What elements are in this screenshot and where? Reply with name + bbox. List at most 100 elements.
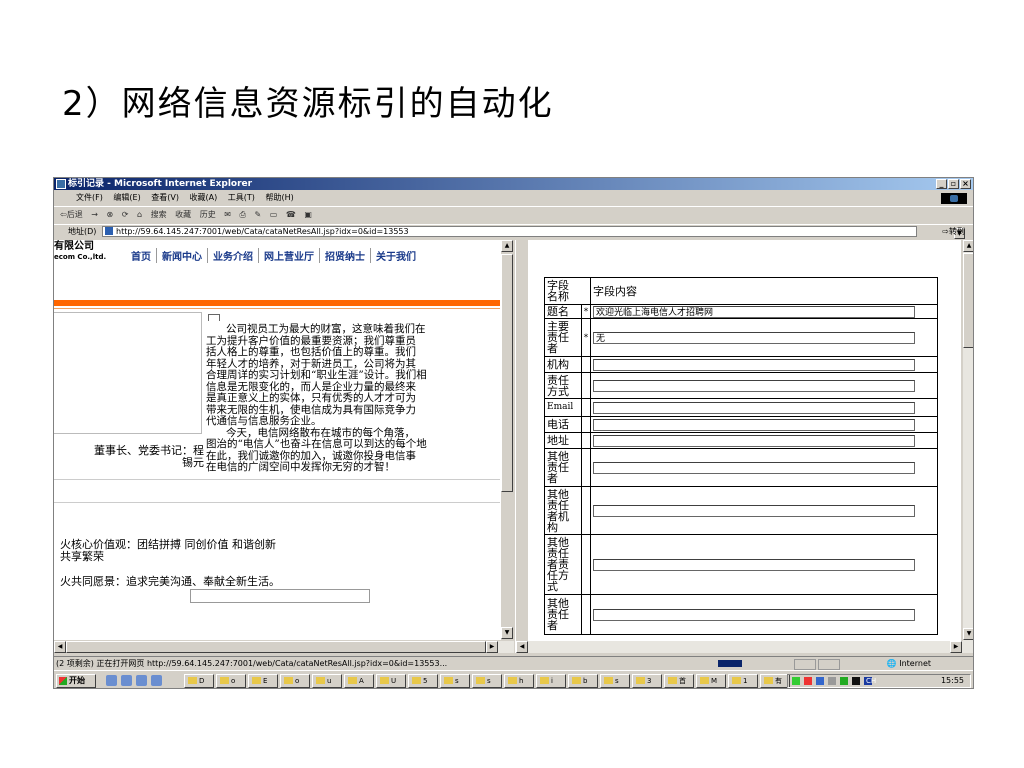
history-button[interactable]: 历史: [200, 210, 216, 219]
taskbar-button[interactable]: U: [376, 674, 406, 688]
taskbar-button[interactable]: M: [696, 674, 726, 688]
network-icon[interactable]: [792, 677, 800, 685]
scroll-down-icon[interactable]: ▼: [963, 628, 973, 640]
left-frame: 有限公司 ecom Co.,ltd. 首页 新闻中心 业务介绍 网上营业厅 招贤…: [54, 240, 514, 640]
scroll-up-icon[interactable]: ▲: [501, 240, 513, 252]
table-row: 电话: [544, 416, 938, 433]
scroll-thumb[interactable]: [963, 253, 973, 348]
taskbar-button[interactable]: o: [280, 674, 310, 688]
title-bar[interactable]: 标引记录 - Microsoft Internet Explorer _ ▫ ×: [54, 178, 973, 190]
scroll-left-icon[interactable]: ◀: [54, 641, 66, 653]
taskbar-button[interactable]: A: [344, 674, 374, 688]
stop-button[interactable]: ⊗: [107, 210, 114, 219]
field-label: 责任 方式: [544, 372, 582, 399]
discuss-icon[interactable]: ▭: [270, 210, 278, 219]
refresh-button[interactable]: ⟳: [122, 210, 129, 219]
tray-app-icon[interactable]: [816, 677, 824, 685]
address-input[interactable]: http://59.64.145.247:7001/web/Cata/cataN…: [102, 226, 965, 239]
left-horizontal-scrollbar[interactable]: ◀ ▶: [54, 641, 514, 653]
language-indicator[interactable]: CH: [866, 676, 876, 686]
right-frame-left-scrollbar[interactable]: ◀: [515, 240, 528, 653]
antivirus-icon[interactable]: [804, 677, 812, 685]
close-button[interactable]: ×: [960, 179, 971, 189]
start-button[interactable]: 开始: [56, 674, 96, 688]
scroll-thumb[interactable]: [66, 641, 486, 653]
menu-edit[interactable]: 编辑(E): [113, 193, 140, 202]
taskbar-button[interactable]: s: [472, 674, 502, 688]
taskbar-button[interactable]: b: [568, 674, 598, 688]
nav-news[interactable]: 新闻中心: [156, 248, 207, 263]
other-creator-2-input[interactable]: [593, 608, 915, 621]
text-field[interactable]: [190, 589, 370, 603]
menu-view[interactable]: 查看(V): [151, 193, 179, 202]
taskbar-button[interactable]: 1: [728, 674, 758, 688]
quick-launch: [106, 675, 162, 686]
tray-app-icon[interactable]: [840, 677, 848, 685]
tray-app-icon[interactable]: [852, 677, 860, 685]
company-name: 有限公司: [54, 241, 94, 252]
print-icon[interactable]: ⎙: [240, 210, 246, 219]
home-button[interactable]: ⌂: [137, 210, 142, 219]
favorites-button[interactable]: 收藏: [175, 210, 191, 219]
menu-help[interactable]: 帮助(H): [265, 193, 293, 202]
right-horizontal-scrollbar[interactable]: ▶: [528, 641, 963, 653]
scroll-right-icon[interactable]: ▶: [950, 641, 962, 653]
creator-input[interactable]: 无: [593, 331, 915, 344]
left-vertical-scrollbar[interactable]: ▲ ▼: [500, 240, 514, 640]
taskbar-button[interactable]: u: [312, 674, 342, 688]
role-input[interactable]: [593, 379, 915, 392]
core-values-text: 火核心价值观：团结拼搏 同创价值 和谐创新 共享繁荣: [60, 538, 276, 563]
app-icon[interactable]: [136, 675, 147, 686]
phone-input[interactable]: [593, 418, 915, 431]
scroll-down-icon[interactable]: ▼: [501, 627, 513, 639]
minimize-button[interactable]: _: [936, 179, 947, 189]
taskbar-button[interactable]: D: [184, 674, 214, 688]
maximize-button[interactable]: ▫: [948, 179, 959, 189]
required-mark: [581, 416, 591, 433]
app-icon[interactable]: [151, 675, 162, 686]
desktop-icon[interactable]: [121, 675, 132, 686]
taskbar-button[interactable]: s: [440, 674, 470, 688]
edit-icon[interactable]: ✎: [254, 210, 261, 219]
nav-business[interactable]: 业务介绍: [207, 248, 258, 263]
field-label: 地址: [544, 432, 582, 449]
taskbar-button[interactable]: i: [536, 674, 566, 688]
right-vertical-scrollbar[interactable]: ▲ ▼: [963, 240, 973, 653]
taskbar-button[interactable]: h: [504, 674, 534, 688]
scroll-up-icon[interactable]: ▲: [963, 240, 973, 252]
scroll-thumb[interactable]: [501, 254, 513, 492]
research-icon[interactable]: ▣: [304, 210, 312, 219]
taskbar-button[interactable]: 首: [664, 674, 694, 688]
mail-icon[interactable]: ✉: [224, 210, 231, 219]
title-input[interactable]: 欢迎光临上海电信人才招聘网: [593, 305, 915, 318]
taskbar-button[interactable]: o: [216, 674, 246, 688]
scroll-right-icon[interactable]: ▶: [486, 641, 498, 653]
taskbar-button[interactable]: s: [600, 674, 630, 688]
menu-file[interactable]: 文件(F): [76, 193, 103, 202]
menu-tools[interactable]: 工具(T): [228, 193, 255, 202]
menu-favorites[interactable]: 收藏(A): [190, 193, 218, 202]
messenger-icon[interactable]: ☎: [286, 210, 296, 219]
other-creator-role-input[interactable]: [593, 558, 915, 571]
nav-recruit[interactable]: 招贤纳士: [319, 248, 370, 263]
taskbar-button[interactable]: 5: [408, 674, 438, 688]
taskbar-button[interactable]: 3: [632, 674, 662, 688]
nav-about[interactable]: 关于我们: [370, 248, 421, 263]
scroll-left-icon[interactable]: ◀: [516, 641, 528, 653]
nav-home[interactable]: 首页: [126, 248, 156, 263]
nav-online-hall[interactable]: 网上营业厅: [258, 248, 319, 263]
chairman-caption: 董事长、党委书记：程 锡元: [94, 444, 204, 469]
go-button[interactable]: ⇨转到: [942, 225, 965, 239]
ie-icon[interactable]: [106, 675, 117, 686]
back-button[interactable]: ⇦后退: [60, 210, 83, 219]
address-field-input[interactable]: [593, 434, 915, 447]
search-button[interactable]: 搜索: [151, 210, 167, 219]
email-input[interactable]: [593, 401, 915, 414]
organization-input[interactable]: [593, 358, 915, 371]
taskbar-button[interactable]: 有: [760, 674, 790, 688]
forward-button[interactable]: →: [91, 210, 98, 219]
taskbar-button[interactable]: E: [248, 674, 278, 688]
tray-app-icon[interactable]: [828, 677, 836, 685]
other-creator-input[interactable]: [593, 461, 915, 474]
other-creator-org-input[interactable]: [593, 504, 915, 517]
